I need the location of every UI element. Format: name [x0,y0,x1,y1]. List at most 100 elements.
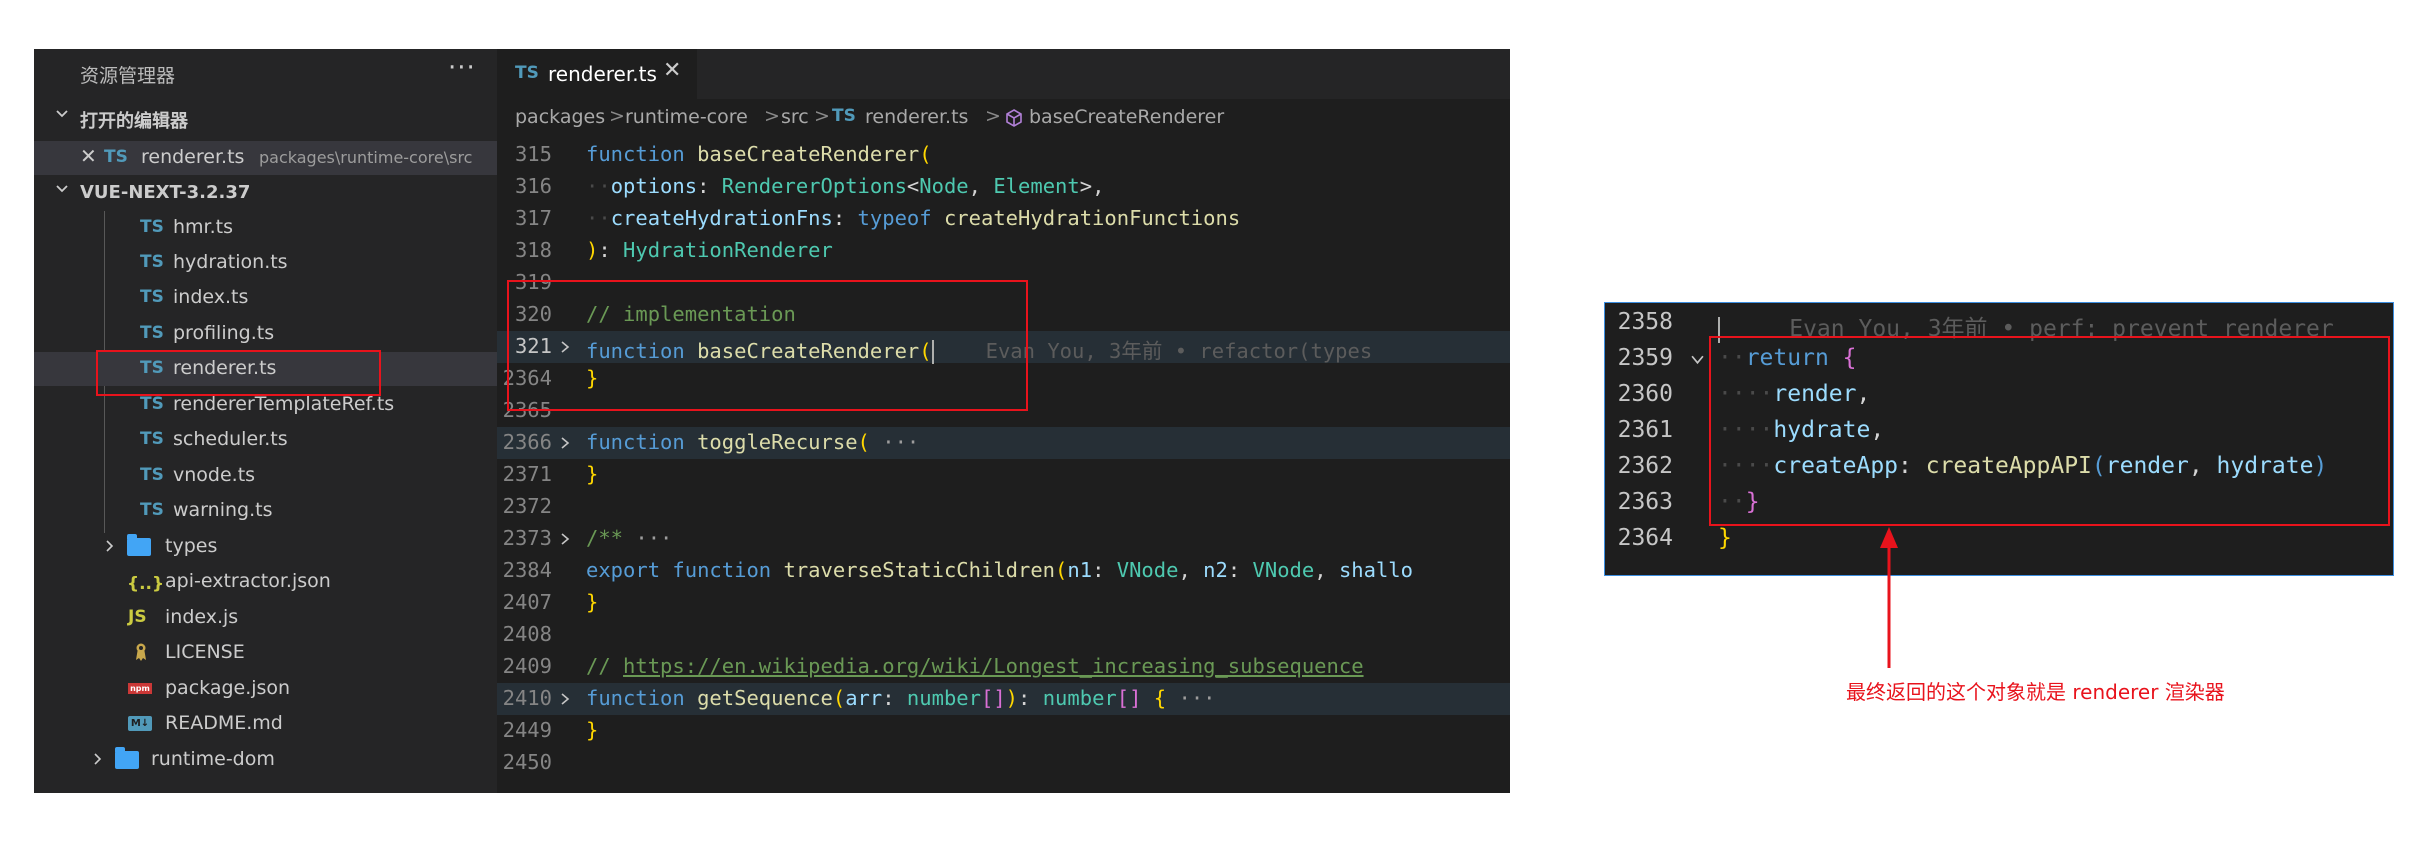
git-blame-annotation: Evan You, 3年前 • refactor(types [985,339,1373,363]
tree-item-api-extractor[interactable]: {..} api-extractor.json [34,565,497,599]
breadcrumb-item[interactable]: baseCreateRenderer [1029,106,1224,128]
code-token: function [672,558,772,582]
project-section[interactable]: VUE-NEXT-3.2.37 [34,177,497,211]
tab-renderer-ts[interactable]: TS renderer.ts ✕ [497,49,697,99]
json-file-icon: {..} [127,574,165,594]
fold-collapsed-icon[interactable] [559,693,571,705]
code-line[interactable]: 2384 export function traverseStaticChildr… [497,555,1510,587]
more-actions-icon[interactable]: ··· [448,53,476,83]
tree-item-profiling[interactable]: TS profiling.ts [34,317,497,351]
code-text: function toggleRecurse( ··· [586,430,919,454]
breadcrumb-separator: > [814,105,830,127]
code-token: ( [832,686,846,710]
line-number: 2364 [1617,525,1673,551]
line-number: 2371 [502,462,552,486]
code-line[interactable]: 2450 [497,747,1510,779]
code-line[interactable]: 316 ··options: RendererOptions<Node, Elem… [497,171,1510,203]
typescript-file-icon: TS [140,323,164,343]
code-token: VNode [1116,558,1179,582]
code-line[interactable]: 315 function baseCreateRenderer( [497,139,1510,171]
line-number: 2362 [1617,453,1673,479]
folder-name: runtime-dom [151,748,275,770]
tree-item-index[interactable]: TS index.ts [34,281,497,315]
code-token: ( [857,430,870,454]
line-number: 315 [514,142,552,166]
zoom-code-line: 2364} [1605,521,2393,557]
file-name: package.json [165,677,291,699]
code-line[interactable]: 2372 [497,491,1510,523]
code-token: : [832,206,858,230]
code-line[interactable]: 2366 function toggleRecurse( ··· [497,427,1510,459]
close-icon[interactable]: ✕ [663,58,681,83]
code-token: ··· [623,526,673,550]
tab-bar: TS renderer.ts ✕ [497,49,1510,99]
folder-name: types [165,535,218,557]
code-token: ·· [586,174,611,198]
tree-item-scheduler[interactable]: TS scheduler.ts [34,423,497,457]
code-token: function [586,142,685,166]
code-text: ··createHydrationFns: typeof createHydra… [586,206,1240,230]
breadcrumb-item[interactable]: src [781,106,809,128]
tree-item-package-json[interactable]: npm package.json [34,672,497,706]
line-number: 318 [514,238,552,262]
tab-label: renderer.ts [548,62,657,86]
code-line[interactable]: 317 ··createHydrationFns: typeof createHy… [497,203,1510,235]
tree-item-license[interactable]: LICENSE [34,636,497,670]
breadcrumb: packages > runtime-core > src > TS rende… [497,99,1510,135]
close-icon[interactable]: ✕ [80,144,97,168]
code-line[interactable]: 318): HydrationRenderer [497,235,1510,267]
code-line[interactable]: 2409 // https://en.wikipedia.org/wiki/Lon… [497,651,1510,683]
tree-item-index-js[interactable]: JS index.js [34,601,497,635]
tree-item-types-folder[interactable]: types [34,530,497,564]
code-token: : [1018,686,1043,710]
code-text: } [586,718,598,742]
code-token: ··· [1166,686,1216,710]
code-line[interactable]: 2373 /** ··· [497,523,1510,555]
file-name: hydration.ts [173,251,288,273]
license-icon [136,643,146,661]
line-number: 2359 [1617,345,1673,371]
file-name: scheduler.ts [173,428,288,450]
code-token: arr [845,686,883,710]
breadcrumb-item[interactable]: runtime-core [625,106,748,128]
file-name: LICENSE [165,641,245,663]
code-token: [] [980,686,1006,710]
code-token: function [586,686,685,710]
project-label: VUE-NEXT-3.2.37 [80,182,251,203]
tree-item-vnode[interactable]: TS vnode.ts [34,459,497,493]
fold-expanded-icon[interactable] [1691,353,1704,366]
code-area[interactable]: 315 function baseCreateRenderer(316 ··opti… [497,139,1510,793]
code-token: n1 [1067,558,1093,582]
code-token: >, [1079,174,1105,198]
tree-item-hmr[interactable]: TS hmr.ts [34,211,497,245]
code-line[interactable]: 2449} [497,715,1510,747]
line-number: 2449 [502,718,552,742]
code-text: // https://en.wikipedia.org/wiki/Longest… [586,654,1364,678]
folder-icon [127,534,151,556]
tree-item-readme[interactable]: M↓ README.md [34,707,497,741]
open-editors-section[interactable]: 打开的编辑器 [34,102,497,136]
code-line[interactable]: 2410 function getSequence(arr: number[]):… [497,683,1510,715]
tree-item-runtime-dom-folder[interactable]: runtime-dom [34,743,497,777]
code-token: export [586,558,661,582]
code-token: createHydrationFunctions [943,206,1241,230]
code-token: { [1153,686,1167,710]
tree-item-hydration[interactable]: TS hydration.ts [34,246,497,280]
code-token: [] [1116,686,1142,710]
code-line[interactable]: 2371} [497,459,1510,491]
code-token: VNode [1252,558,1315,582]
code-token: , [968,174,994,198]
code-line[interactable]: 2408 [497,619,1510,651]
fold-collapsed-icon[interactable] [559,533,571,545]
tree-item-warning[interactable]: TS warning.ts [34,494,497,528]
open-editor-item[interactable]: ✕ TS renderer.ts packages\runtime-core\s… [34,141,497,175]
breadcrumb-item[interactable]: renderer.ts [865,106,968,128]
code-text: export function traverseStaticChildren(n… [586,558,1413,582]
code-line[interactable]: 2407} [497,587,1510,619]
breadcrumb-item[interactable]: packages [515,106,605,128]
code-token: : [1227,558,1253,582]
fold-collapsed-icon[interactable] [559,437,571,449]
